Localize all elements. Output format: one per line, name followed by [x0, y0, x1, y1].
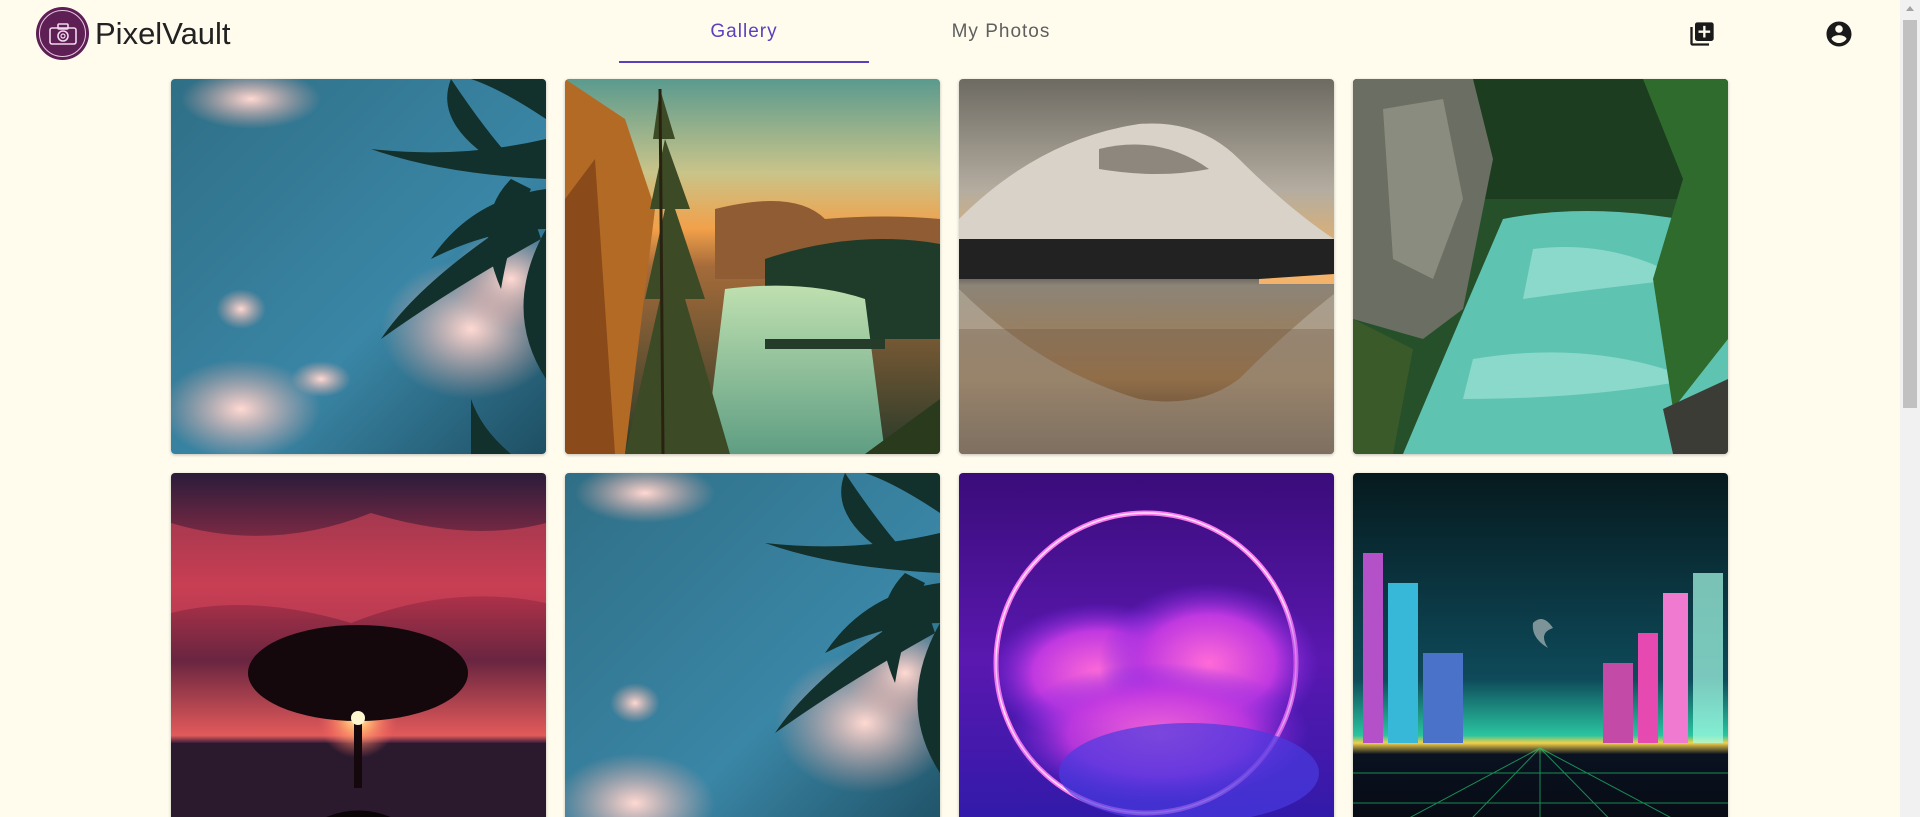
photo-tile-palm-sky-2[interactable]: [565, 473, 940, 817]
tab-my-photos[interactable]: My Photos: [876, 0, 1126, 64]
scroll-thumb[interactable]: [1903, 20, 1917, 408]
tab-gallery[interactable]: Gallery: [619, 0, 869, 64]
photo-grid: [171, 79, 1729, 817]
photo-tile-neon-city[interactable]: [1353, 473, 1728, 817]
photo-tile-palm-sky[interactable]: [171, 79, 546, 454]
add-photo-icon: [1690, 22, 1714, 46]
account-circle-icon: [1826, 21, 1852, 47]
photo-tile-lake-forest[interactable]: [565, 79, 940, 454]
logo[interactable]: [36, 7, 89, 60]
photo-tile-river-canyon[interactable]: [1353, 79, 1728, 454]
app-root: PixelVault Gallery My Photos: [0, 0, 1920, 817]
header: PixelVault Gallery My Photos: [0, 0, 1900, 70]
photo-tile-tree-sunset[interactable]: [171, 473, 546, 817]
brand-title[interactable]: PixelVault: [95, 14, 231, 54]
camera-icon: [39, 10, 86, 57]
vertical-scrollbar[interactable]: [1900, 0, 1920, 817]
active-tab-indicator: [619, 61, 869, 63]
photo-tile-mountain-lake[interactable]: [959, 79, 1334, 454]
account-button[interactable]: [1823, 18, 1855, 50]
add-photo-button[interactable]: [1686, 18, 1718, 50]
scroll-up-arrow-icon[interactable]: [1906, 6, 1914, 11]
photo-tile-neon-ring[interactable]: [959, 473, 1334, 817]
